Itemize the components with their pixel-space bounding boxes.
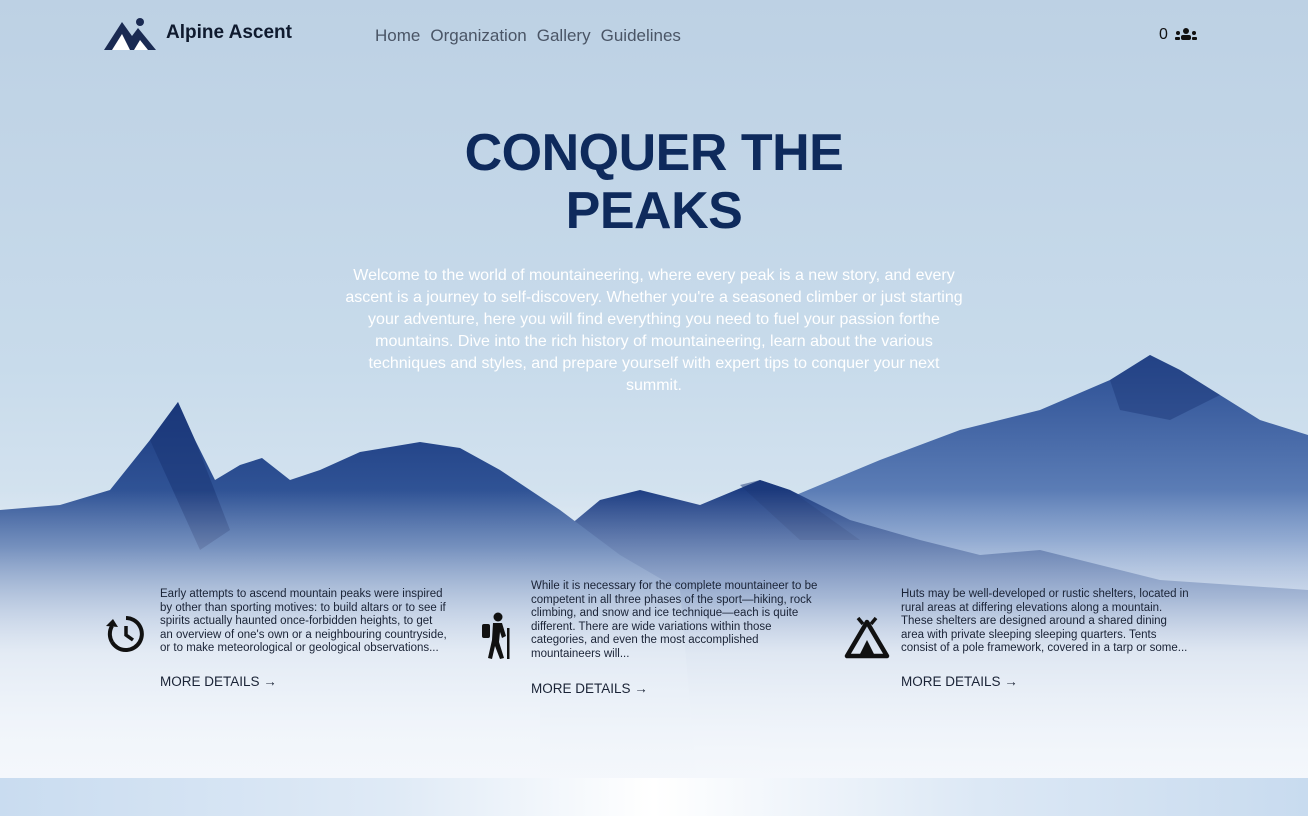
card-text: Huts may be well-developed or rustic she… bbox=[901, 588, 1213, 656]
hero-text-line: techniques and styles, and prepare yours… bbox=[368, 355, 940, 372]
mountain-logo-icon bbox=[104, 18, 156, 50]
page: Alpine Ascent Home Organization Gallery … bbox=[0, 0, 1308, 816]
card-text-line: or to make meteorological or geological … bbox=[160, 642, 439, 655]
card-text-line: by other than sporting motives: to build… bbox=[160, 601, 446, 614]
card-text-line: different. There are wide variations wit… bbox=[531, 620, 772, 633]
nav-guidelines[interactable]: Guidelines bbox=[601, 26, 681, 46]
nav-organization[interactable]: Organization bbox=[430, 26, 526, 46]
hero-text-line: summit. bbox=[626, 377, 682, 394]
card-text-line: an overview of one's own or a neighbouri… bbox=[160, 628, 447, 641]
hero-text-line: ascent is a journey to self-discovery. W… bbox=[345, 289, 963, 306]
members-counter[interactable]: 0 bbox=[1159, 26, 1198, 44]
card-text-line: competent in all three phases of the spo… bbox=[531, 593, 812, 606]
card-text: Early attempts to ascend mountain peaks … bbox=[160, 588, 472, 656]
hero-text-line: Welcome to the world of mountaineering, … bbox=[353, 267, 955, 284]
more-details-link[interactable]: MORE DETAILS → bbox=[160, 674, 277, 689]
history-icon bbox=[106, 616, 144, 652]
hero-text-line: mountains. Dive into the rich history of… bbox=[375, 333, 933, 350]
hero-title-line-1: CONQUER THE bbox=[464, 124, 844, 182]
card-text-line: spirits actually haunted once-forbidden … bbox=[160, 615, 433, 628]
next-section-strip bbox=[0, 778, 1308, 816]
card-text-line: categories, and even the most accomplish… bbox=[531, 634, 759, 647]
hiker-icon bbox=[482, 612, 510, 659]
card-text-line: mountaineers will... bbox=[531, 647, 630, 660]
tent-icon bbox=[844, 616, 890, 659]
main-nav: Home Organization Gallery Guidelines bbox=[375, 26, 681, 46]
card-techniques: While it is necessary for the complete m… bbox=[478, 578, 848, 698]
nav-gallery[interactable]: Gallery bbox=[537, 26, 591, 46]
hero-description: Welcome to the world of mountaineering, … bbox=[296, 265, 1012, 397]
more-details-link[interactable]: MORE DETAILS → bbox=[531, 681, 648, 696]
card-history: Early attempts to ascend mountain peaks … bbox=[104, 586, 474, 696]
card-text-line: consist of a pole framework, covered in … bbox=[901, 642, 1188, 655]
card-text: While it is necessary for the complete m… bbox=[531, 580, 843, 662]
users-icon bbox=[1174, 28, 1197, 40]
hero-title: CONQUER THE PEAKS bbox=[400, 124, 908, 240]
card-text-line: While it is necessary for the complete m… bbox=[531, 580, 818, 592]
hero-title-line-2: PEAKS bbox=[565, 182, 743, 240]
card-text-line: rural areas at differing elevations alon… bbox=[901, 601, 1163, 614]
nav-home[interactable]: Home bbox=[375, 26, 420, 46]
brand-logo[interactable]: Alpine Ascent bbox=[104, 16, 292, 50]
card-text-line: These shelters are designed around a sha… bbox=[901, 615, 1167, 628]
members-count: 0 bbox=[1159, 26, 1168, 43]
card-text-line: climbing, and snow and ice technique—eac… bbox=[531, 607, 799, 620]
card-shelters: Huts may be well-developed or rustic she… bbox=[844, 586, 1214, 696]
hero-text-line: your adventure, here you will find every… bbox=[368, 311, 940, 328]
brand-name: Alpine Ascent bbox=[166, 22, 292, 43]
card-text-line: Huts may be well-developed or rustic she… bbox=[901, 588, 1189, 600]
card-text-line: Early attempts to ascend mountain peaks … bbox=[160, 588, 443, 600]
card-text-line: area with private sleeping sleeping quar… bbox=[901, 628, 1157, 641]
more-details-link[interactable]: MORE DETAILS → bbox=[901, 674, 1018, 689]
